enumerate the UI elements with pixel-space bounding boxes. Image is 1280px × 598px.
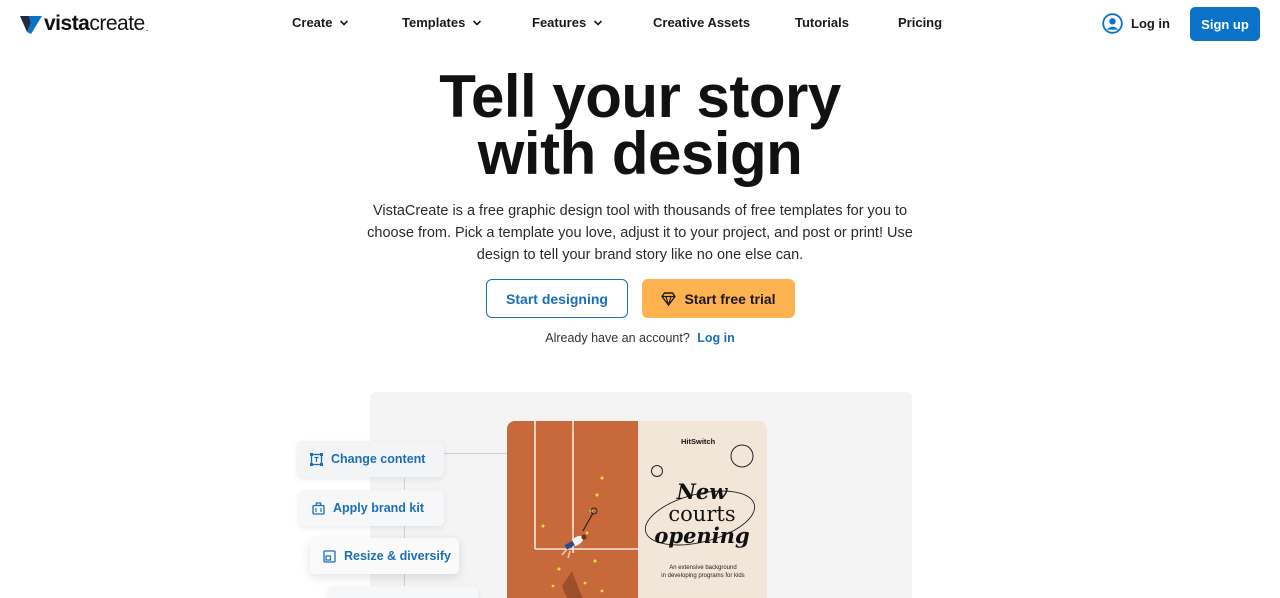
nav-creative-assets[interactable]: Creative Assets xyxy=(653,15,750,30)
nav-creative-assets-label: Creative Assets xyxy=(653,15,751,30)
change-content-chip[interactable]: Change content xyxy=(297,441,444,477)
hero-title: Tell your story with design xyxy=(0,67,1280,184)
start-designing-label: Start designing xyxy=(506,290,608,307)
chevron-down-icon xyxy=(594,19,603,26)
user-circle-icon xyxy=(1102,13,1123,34)
connector-line xyxy=(444,453,508,454)
signup-label: Sign up xyxy=(1201,16,1249,32)
resize-diversify-chip[interactable]: Resize & diversify xyxy=(310,538,459,574)
template-poster[interactable]: HitSwitch New courts opening An extensiv… xyxy=(507,421,767,598)
apply-brand-kit-chip[interactable]: Apply brand kit xyxy=(299,490,444,526)
briefcase-icon xyxy=(312,501,325,515)
nav-create[interactable]: Create xyxy=(292,15,349,30)
resize-diversify-label: Resize & diversify xyxy=(344,549,451,563)
resize-icon xyxy=(323,549,336,563)
poster-headline-line1: New xyxy=(676,479,728,504)
poster-headline-line2: courts xyxy=(668,502,736,526)
hero-description: VistaCreate is a free graphic design too… xyxy=(367,203,913,263)
nav-pricing-label: Pricing xyxy=(898,15,943,30)
login-label: Log in xyxy=(1131,16,1170,31)
court-lines-graphic xyxy=(507,421,638,598)
poster-brand: HitSwitch xyxy=(681,437,716,446)
nav-templates[interactable]: Templates xyxy=(402,15,482,30)
nav-create-label: Create xyxy=(292,15,333,30)
poster-headline: New courts opening xyxy=(647,481,757,547)
tennis-court-image xyxy=(507,421,638,598)
start-designing-button[interactable]: Start designing xyxy=(486,279,628,318)
already-account-text: Already have an account? xyxy=(545,331,690,345)
nav-templates-label: Templates xyxy=(402,15,466,30)
nav-pricing[interactable]: Pricing xyxy=(898,15,942,30)
text-frame-icon xyxy=(310,452,323,466)
nav-tutorials[interactable]: Tutorials xyxy=(795,15,849,30)
main-nav: Create Templates Features Creative Asset… xyxy=(0,15,1280,35)
start-free-trial-label: Start free trial xyxy=(684,290,776,307)
nav-features-label: Features xyxy=(532,15,587,30)
next-action-chip[interactable] xyxy=(328,586,478,598)
site-header: vistacreate . Create Templates Features … xyxy=(0,0,1280,48)
apply-brand-kit-label: Apply brand kit xyxy=(333,501,424,515)
hero-login-link[interactable]: Log in xyxy=(697,331,735,345)
hero-title-line2: with design xyxy=(477,120,803,187)
chevron-down-icon xyxy=(340,19,349,26)
signup-button[interactable]: Sign up xyxy=(1190,7,1260,41)
start-free-trial-button[interactable]: Start free trial xyxy=(642,279,795,318)
nav-features[interactable]: Features xyxy=(532,15,603,30)
diamond-icon xyxy=(661,291,677,306)
login-button[interactable]: Log in xyxy=(1102,13,1170,34)
poster-headline-line3: opening xyxy=(654,523,750,548)
poster-subtitle: An extensive background in developing pr… xyxy=(647,564,759,580)
already-account-line: Already have an account? Log in xyxy=(0,331,1280,345)
change-content-label: Change content xyxy=(331,452,426,466)
chevron-down-icon xyxy=(473,19,482,26)
poster-subtitle-line1: An extensive background xyxy=(669,565,737,571)
poster-subtitle-line2: in developing programs for kids xyxy=(661,573,745,579)
nav-tutorials-label: Tutorials xyxy=(795,15,849,30)
